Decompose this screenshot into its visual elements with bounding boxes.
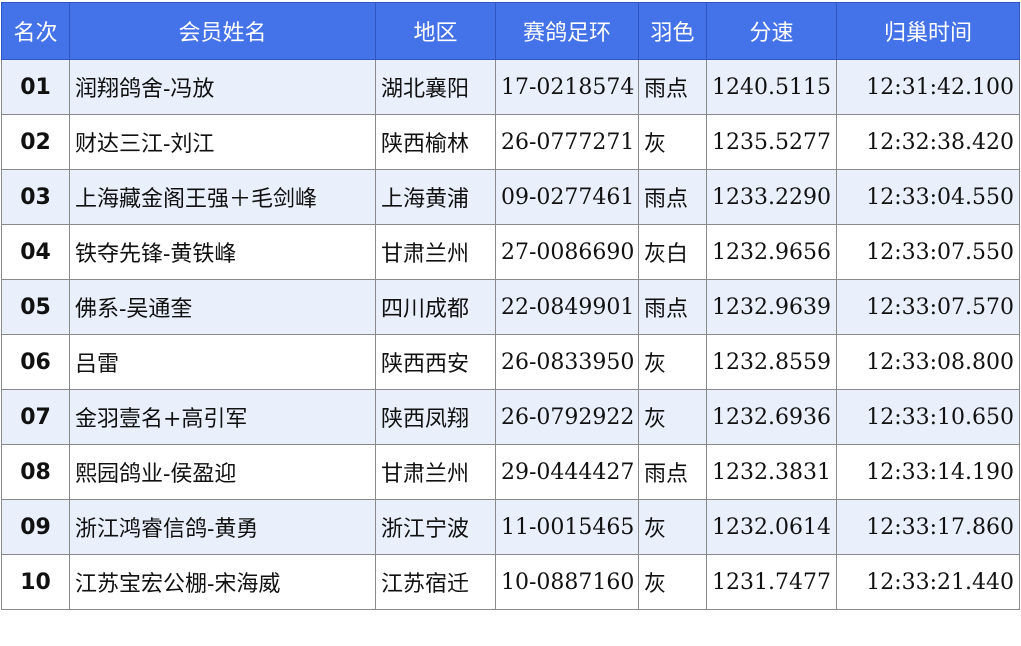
header-ring-number: 赛鸽足环	[495, 2, 639, 60]
member-name-cell: 润翔鸽舍-冯放	[69, 59, 376, 115]
header-arrival-time: 归巢时间	[836, 2, 1020, 60]
ring-cell: 27-0086690	[495, 224, 639, 280]
ring-cell: 11-0015465	[495, 499, 639, 555]
table-row: 10 江苏宝宏公棚-宋海威 江苏宿迁 10-0887160 灰 1231.747…	[1, 554, 1020, 610]
header-rank: 名次	[1, 2, 70, 60]
arrival-time-cell: 12:33:10.650	[836, 389, 1020, 445]
member-name-cell: 上海藏金阁王强＋毛剑峰	[69, 169, 376, 225]
speed-cell: 1233.2290	[706, 169, 837, 225]
table-row: 01 润翔鸽舍-冯放 湖北襄阳 17-0218574 雨点 1240.5115 …	[1, 59, 1020, 115]
header-region: 地区	[375, 2, 496, 60]
member-name-cell: 佛系-吴通奎	[69, 279, 376, 335]
arrival-time-cell: 12:33:17.860	[836, 499, 1020, 555]
ring-cell: 26-0792922	[495, 389, 639, 445]
arrival-time-cell: 12:33:21.440	[836, 554, 1020, 610]
table-row: 04 铁夺先锋-黄铁峰 甘肃兰州 27-0086690 灰白 1232.9656…	[1, 224, 1020, 280]
table-row: 02 财达三江-刘江 陕西榆林 26-0777271 灰 1235.5277 1…	[1, 114, 1020, 170]
ring-cell: 26-0833950	[495, 334, 639, 390]
rank-cell: 08	[1, 444, 70, 500]
ring-cell: 10-0887160	[495, 554, 639, 610]
table-row: 03 上海藏金阁王强＋毛剑峰 上海黄浦 09-0277461 雨点 1233.2…	[1, 169, 1020, 225]
speed-cell: 1232.6936	[706, 389, 837, 445]
region-cell: 陕西西安	[375, 334, 496, 390]
region-cell: 上海黄浦	[375, 169, 496, 225]
feather-color-cell: 雨点	[638, 444, 707, 500]
speed-cell: 1232.0614	[706, 499, 837, 555]
feather-color-cell: 雨点	[638, 59, 707, 115]
arrival-time-cell: 12:32:38.420	[836, 114, 1020, 170]
feather-color-cell: 灰	[638, 334, 707, 390]
speed-cell: 1232.8559	[706, 334, 837, 390]
rank-cell: 10	[1, 554, 70, 610]
rank-cell: 01	[1, 59, 70, 115]
table-row: 08 熙园鸽业-侯盈迎 甘肃兰州 29-0444427 雨点 1232.3831…	[1, 444, 1020, 500]
rank-cell: 05	[1, 279, 70, 335]
header-member-name: 会员姓名	[69, 2, 376, 60]
header-feather-color: 羽色	[638, 2, 707, 60]
arrival-time-cell: 12:33:14.190	[836, 444, 1020, 500]
region-cell: 江苏宿迁	[375, 554, 496, 610]
speed-cell: 1240.5115	[706, 59, 837, 115]
feather-color-cell: 雨点	[638, 169, 707, 225]
arrival-time-cell: 12:33:07.570	[836, 279, 1020, 335]
region-cell: 陕西凤翔	[375, 389, 496, 445]
arrival-time-cell: 12:33:07.550	[836, 224, 1020, 280]
feather-color-cell: 雨点	[638, 279, 707, 335]
header-row: 名次 会员姓名 地区 赛鸽足环 羽色 分速 归巢时间	[1, 2, 1020, 60]
rank-cell: 03	[1, 169, 70, 225]
ring-cell: 26-0777271	[495, 114, 639, 170]
member-name-cell: 吕雷	[69, 334, 376, 390]
feather-color-cell: 灰	[638, 554, 707, 610]
rank-cell: 06	[1, 334, 70, 390]
member-name-cell: 熙园鸽业-侯盈迎	[69, 444, 376, 500]
race-results-table: 名次 会员姓名 地区 赛鸽足环 羽色 分速 归巢时间 01 润翔鸽舍-冯放 湖北…	[1, 2, 1020, 610]
speed-cell: 1232.3831	[706, 444, 837, 500]
table-row: 07 金羽壹名+高引军 陕西凤翔 26-0792922 灰 1232.6936 …	[1, 389, 1020, 445]
region-cell: 甘肃兰州	[375, 444, 496, 500]
feather-color-cell: 灰白	[638, 224, 707, 280]
member-name-cell: 江苏宝宏公棚-宋海威	[69, 554, 376, 610]
rank-cell: 09	[1, 499, 70, 555]
speed-cell: 1231.7477	[706, 554, 837, 610]
region-cell: 四川成都	[375, 279, 496, 335]
ring-cell: 09-0277461	[495, 169, 639, 225]
ring-cell: 17-0218574	[495, 59, 639, 115]
member-name-cell: 金羽壹名+高引军	[69, 389, 376, 445]
ring-cell: 22-0849901	[495, 279, 639, 335]
member-name-cell: 浙江鸿睿信鸽-黄勇	[69, 499, 376, 555]
feather-color-cell: 灰	[638, 114, 707, 170]
speed-cell: 1232.9639	[706, 279, 837, 335]
member-name-cell: 财达三江-刘江	[69, 114, 376, 170]
rank-cell: 02	[1, 114, 70, 170]
table-row: 06 吕雷 陕西西安 26-0833950 灰 1232.8559 12:33:…	[1, 334, 1020, 390]
arrival-time-cell: 12:31:42.100	[836, 59, 1020, 115]
ring-cell: 29-0444427	[495, 444, 639, 500]
region-cell: 甘肃兰州	[375, 224, 496, 280]
region-cell: 湖北襄阳	[375, 59, 496, 115]
rank-cell: 07	[1, 389, 70, 445]
region-cell: 浙江宁波	[375, 499, 496, 555]
feather-color-cell: 灰	[638, 499, 707, 555]
table-row: 05 佛系-吴通奎 四川成都 22-0849901 雨点 1232.9639 1…	[1, 279, 1020, 335]
arrival-time-cell: 12:33:04.550	[836, 169, 1020, 225]
table-row: 09 浙江鸿睿信鸽-黄勇 浙江宁波 11-0015465 灰 1232.0614…	[1, 499, 1020, 555]
speed-cell: 1232.9656	[706, 224, 837, 280]
speed-cell: 1235.5277	[706, 114, 837, 170]
feather-color-cell: 灰	[638, 389, 707, 445]
header-speed: 分速	[706, 2, 837, 60]
member-name-cell: 铁夺先锋-黄铁峰	[69, 224, 376, 280]
arrival-time-cell: 12:33:08.800	[836, 334, 1020, 390]
rank-cell: 04	[1, 224, 70, 280]
region-cell: 陕西榆林	[375, 114, 496, 170]
